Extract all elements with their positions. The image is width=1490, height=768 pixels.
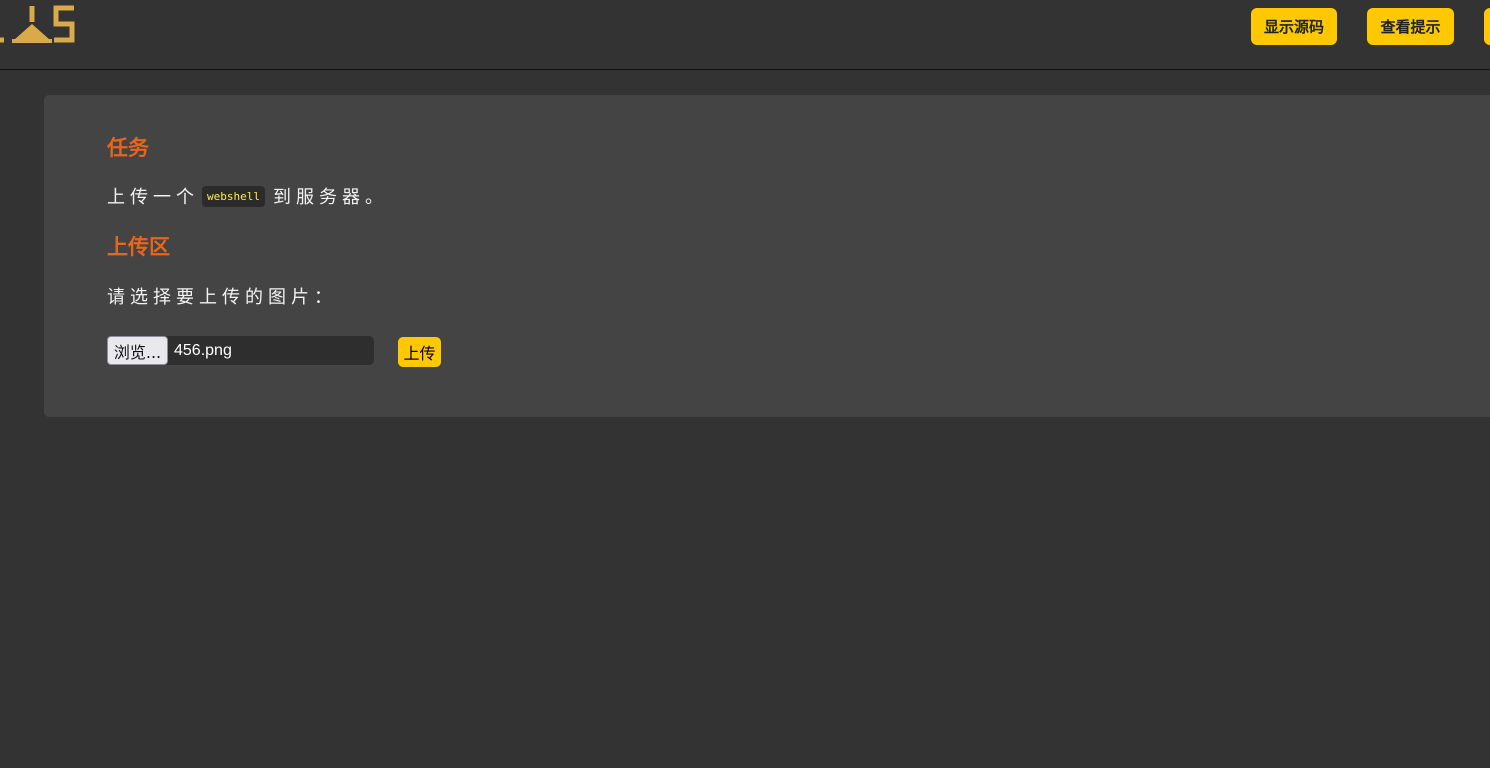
top-navigation-bar: 显示源码 查看提示 xyxy=(0,0,1490,70)
show-source-button[interactable]: 显示源码 xyxy=(1251,8,1337,45)
content-panel: 任务 上传一个 webshell 到服务器。 上传区 请选择要上传的图片： 浏览… xyxy=(44,95,1490,417)
browse-button[interactable]: 浏览... xyxy=(107,336,168,365)
file-input[interactable]: 浏览... 456.png xyxy=(107,336,374,365)
task-text-after: 到服务器。 xyxy=(272,187,388,208)
selected-file-name: 456.png xyxy=(174,341,232,359)
upload-submit-button[interactable]: 上传 xyxy=(398,337,441,367)
task-description: 上传一个 webshell 到服务器。 xyxy=(107,183,388,209)
task-heading: 任务 xyxy=(107,136,149,160)
webshell-code: webshell xyxy=(202,185,265,207)
view-hint-button[interactable]: 查看提示 xyxy=(1367,8,1454,45)
more-button[interactable] xyxy=(1484,8,1490,45)
task-text-before: 上传一个 xyxy=(107,187,199,208)
ujs-logo-icon[interactable] xyxy=(0,4,78,44)
upload-heading: 上传区 xyxy=(107,235,170,259)
upload-prompt: 请选择要上传的图片： xyxy=(107,287,337,308)
